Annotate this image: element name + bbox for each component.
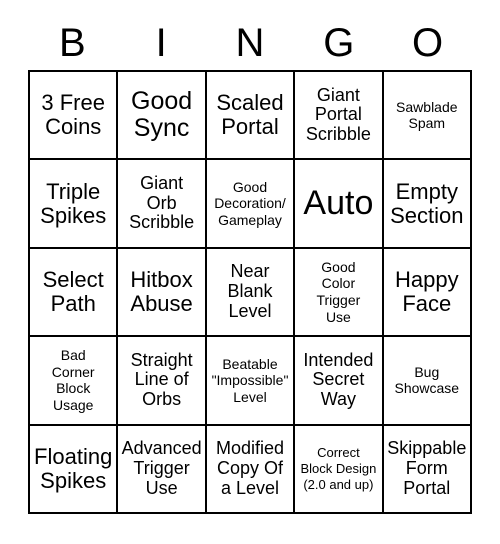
- bingo-cell[interactable]: Scaled Portal: [206, 72, 296, 161]
- bingo-header-letter-g: G: [323, 21, 355, 65]
- bingo-grid: 3 Free Coins Good Sync Scaled Portal Gia…: [28, 70, 472, 514]
- bingo-cell-label: Triple Spikes: [40, 178, 107, 228]
- bingo-cell-label: Empty Section: [390, 178, 464, 228]
- bingo-cell[interactable]: Bad Corner Block Usage: [30, 337, 119, 426]
- bingo-cell-label: Skippable Form Portal: [387, 438, 467, 498]
- bingo-header-letter-i: I: [155, 21, 167, 65]
- bingo-cell[interactable]: Good Color Trigger Use: [295, 248, 384, 338]
- bingo-cell-label: 3 Free Coins: [41, 90, 105, 140]
- bingo-cell-label: Giant Orb Scribble: [129, 172, 195, 233]
- bingo-header-row: B I N G O: [28, 16, 472, 70]
- bingo-cell[interactable]: 3 Free Coins: [30, 72, 119, 161]
- bingo-cell[interactable]: Sawblade Spam: [383, 72, 472, 161]
- bingo-cell[interactable]: Floating Spikes: [30, 425, 119, 514]
- bingo-cell[interactable]: Select Path: [30, 248, 119, 338]
- bingo-card: B I N G O 3 Free Coins Good Sync Scaled …: [0, 0, 500, 544]
- bingo-cell-label: Good Sync: [131, 87, 193, 143]
- bingo-cell[interactable]: Straight Line of Orbs: [118, 337, 207, 426]
- bingo-cell-label: Near Blank Level: [227, 261, 273, 321]
- bingo-cell[interactable]: Hitbox Abuse: [118, 248, 207, 338]
- bingo-cell-label: Auto: [303, 183, 374, 222]
- bingo-cell-label: Sawblade Spam: [396, 98, 458, 132]
- bingo-header-letter-b: B: [59, 21, 86, 65]
- bingo-cell[interactable]: Intended Secret Way: [295, 337, 384, 426]
- bingo-header-letter-o: O: [412, 21, 444, 65]
- bingo-cell[interactable]: Good Sync: [118, 72, 207, 161]
- bingo-cell-label: Select Path: [42, 267, 104, 316]
- bingo-cell-label: Beatable "Impossible" Level: [211, 355, 289, 405]
- bingo-cell[interactable]: Correct Block Design (2.0 and up): [295, 425, 384, 514]
- bingo-cell[interactable]: Empty Section: [383, 160, 472, 249]
- bingo-cell[interactable]: Advanced Trigger Use: [118, 425, 207, 514]
- bingo-cell-label: Correct Block Design (2.0 and up): [300, 445, 377, 492]
- bingo-cell[interactable]: Auto: [295, 160, 384, 249]
- bingo-cell-label: Giant Portal Scribble: [305, 84, 371, 145]
- bingo-cell-label: Straight Line of Orbs: [130, 349, 193, 410]
- bingo-cell-label: Bug Showcase: [394, 363, 460, 397]
- bingo-cell[interactable]: Near Blank Level: [206, 248, 296, 338]
- bingo-cell[interactable]: Beatable "Impossible" Level: [206, 337, 296, 426]
- bingo-cell[interactable]: Giant Portal Scribble: [295, 72, 384, 161]
- bingo-cell[interactable]: Good Decoration/ Gameplay: [206, 160, 296, 249]
- bingo-cell-label: Hitbox Abuse: [130, 267, 193, 316]
- bingo-cell[interactable]: Skippable Form Portal: [383, 425, 472, 514]
- bingo-cell[interactable]: Happy Face: [383, 248, 472, 338]
- bingo-cell-label: Good Color Trigger Use: [316, 258, 361, 325]
- bingo-cell-label: Intended Secret Way: [303, 349, 374, 410]
- bingo-cell-label: Happy Face: [395, 267, 459, 316]
- bingo-cell[interactable]: Modified Copy Of a Level: [206, 425, 296, 514]
- bingo-cell-label: Bad Corner Block Usage: [51, 347, 95, 413]
- bingo-cell-label: Advanced Trigger Use: [121, 438, 202, 498]
- bingo-cell-label: Good Decoration/ Gameplay: [214, 178, 286, 228]
- bingo-cell-label: Scaled Portal: [216, 90, 284, 140]
- bingo-header-letter-n: N: [235, 21, 265, 65]
- bingo-cell[interactable]: Bug Showcase: [383, 337, 472, 426]
- bingo-cell-label: Modified Copy Of a Level: [215, 438, 285, 498]
- bingo-cell[interactable]: Triple Spikes: [30, 160, 119, 249]
- bingo-cell[interactable]: Giant Orb Scribble: [118, 160, 207, 249]
- bingo-cell-label: Floating Spikes: [34, 444, 113, 493]
